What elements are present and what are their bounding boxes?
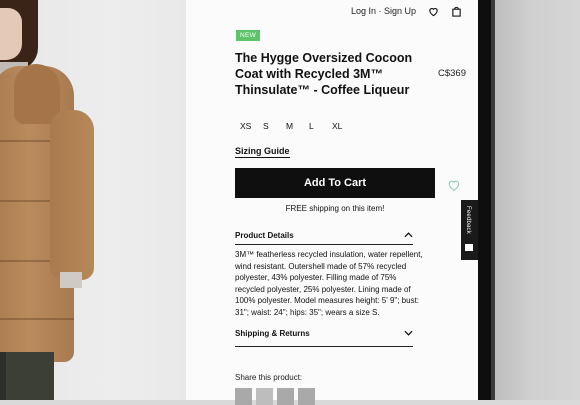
sizing-guide-link[interactable]: Sizing Guide [235, 146, 290, 158]
coat-sleeve [50, 110, 94, 280]
shipping-returns-title: Shipping & Returns [235, 329, 310, 338]
model-leg [6, 352, 54, 400]
share-label: Share this product: [235, 373, 303, 382]
chevron-up-icon [404, 231, 413, 240]
wishlist-heart-icon[interactable] [447, 178, 461, 192]
model-face [0, 8, 22, 60]
coat-seam [0, 318, 74, 320]
feedback-tab[interactable]: Feedback [461, 200, 478, 260]
size-option-l[interactable]: L [309, 121, 332, 131]
feedback-label: Feedback [465, 206, 471, 234]
new-badge: NEW [236, 30, 261, 41]
product-panel: Log In · Sign Up NEW The Hygge Oversized… [186, 0, 478, 405]
share-pinterest-button[interactable] [277, 388, 294, 405]
size-option-xs[interactable]: XS [240, 121, 263, 131]
shipping-returns-toggle[interactable]: Shipping & Returns [235, 329, 413, 338]
share-facebook-button[interactable] [235, 388, 252, 405]
background-wall [495, 0, 580, 400]
product-photo [0, 0, 186, 400]
size-option-m[interactable]: M [286, 121, 309, 131]
add-to-cart-button[interactable]: Add To Cart [235, 168, 435, 198]
sweater-cuff [60, 272, 82, 288]
size-selector: XS S M L XL [240, 121, 355, 131]
shipping-note: FREE shipping on this item! [285, 204, 385, 213]
shopping-bag-icon[interactable] [451, 6, 462, 17]
share-buttons [235, 388, 315, 405]
coat-hood [14, 64, 60, 124]
size-option-s[interactable]: S [263, 121, 286, 131]
product-title: The Hygge Oversized Cocoon Coat with Rec… [235, 51, 413, 97]
section-divider [235, 244, 413, 245]
size-option-xl[interactable]: XL [332, 121, 355, 131]
share-twitter-button[interactable] [256, 388, 273, 405]
product-details-title: Product Details [235, 231, 294, 240]
product-price: C$369 [438, 68, 466, 79]
product-details-toggle[interactable]: Product Details [235, 231, 413, 240]
share-email-button[interactable] [298, 388, 315, 405]
chevron-down-icon [404, 329, 413, 338]
top-nav: Log In · Sign Up [351, 0, 462, 22]
feedback-icon [465, 244, 473, 251]
section-divider [235, 346, 413, 347]
login-signup-link[interactable]: Log In · Sign Up [351, 6, 416, 16]
heart-icon[interactable] [428, 6, 439, 17]
product-details-text: 3M™ featherless recycled insulation, wat… [235, 250, 423, 317]
